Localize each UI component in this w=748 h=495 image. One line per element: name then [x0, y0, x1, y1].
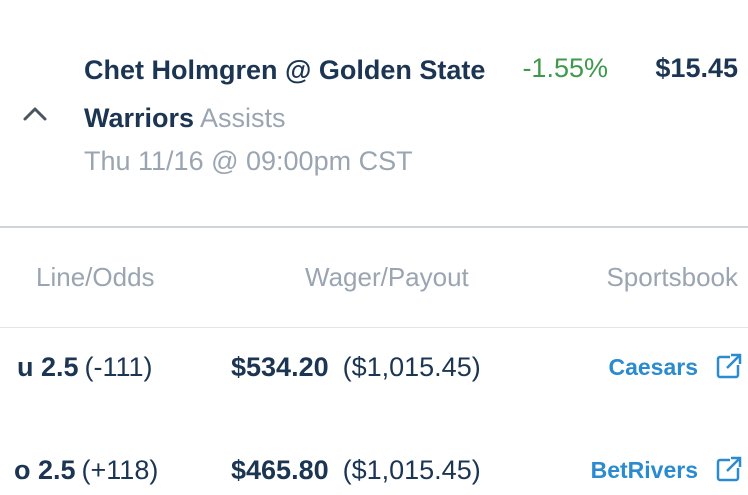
- external-link-icon[interactable]: [716, 353, 742, 379]
- divider: [0, 327, 748, 328]
- sportsbook-link-betrivers[interactable]: BetRivers: [591, 450, 698, 490]
- line-value: u 2.5: [17, 352, 79, 382]
- table-row: o 2.5 (+118) $465.80 ($1,015.45) BetRivers: [0, 450, 748, 490]
- chevron-up-icon[interactable]: [22, 103, 48, 123]
- wager-payout-cell: $534.20 ($1,015.45): [231, 347, 481, 387]
- table-row: u 2.5 (-111) $534.20 ($1,015.45) Caesars: [0, 347, 748, 387]
- line-value: o 2.5: [14, 455, 76, 485]
- column-header-sportsbook: Sportsbook: [606, 262, 738, 292]
- percent-change: -1.55%: [522, 53, 608, 83]
- stake-value: $465.80: [231, 455, 329, 485]
- column-header-line-odds: Line/Odds: [36, 262, 155, 292]
- external-link-icon[interactable]: [716, 456, 742, 482]
- bet-amount: $15.45: [655, 53, 738, 83]
- payout-value: ($1,015.45): [342, 455, 481, 485]
- line-odds-cell: o 2.5 (+118): [14, 450, 158, 490]
- stake-value: $534.20: [231, 352, 329, 382]
- payout-value: ($1,015.45): [342, 352, 481, 382]
- sportsbook-link-caesars[interactable]: Caesars: [608, 347, 698, 387]
- event-time: Thu 11/16 @ 09:00pm CST: [84, 146, 413, 176]
- bet-title-block: Chet Holmgren @ Golden State Warriors Ass…: [84, 46, 494, 142]
- bet-detail-page: Chet Holmgren @ Golden State Warriors Ass…: [0, 0, 748, 495]
- column-header-wager-payout: Wager/Payout: [305, 262, 469, 292]
- wager-payout-cell: $465.80 ($1,015.45): [231, 450, 481, 490]
- odds-value: (-111): [84, 352, 153, 382]
- bet-summary: Chet Holmgren @ Golden State Warriors Ass…: [0, 0, 748, 228]
- odds-value: (+118): [81, 455, 159, 485]
- market-label: Assists: [200, 103, 286, 133]
- line-odds-cell: u 2.5 (-111): [17, 347, 153, 387]
